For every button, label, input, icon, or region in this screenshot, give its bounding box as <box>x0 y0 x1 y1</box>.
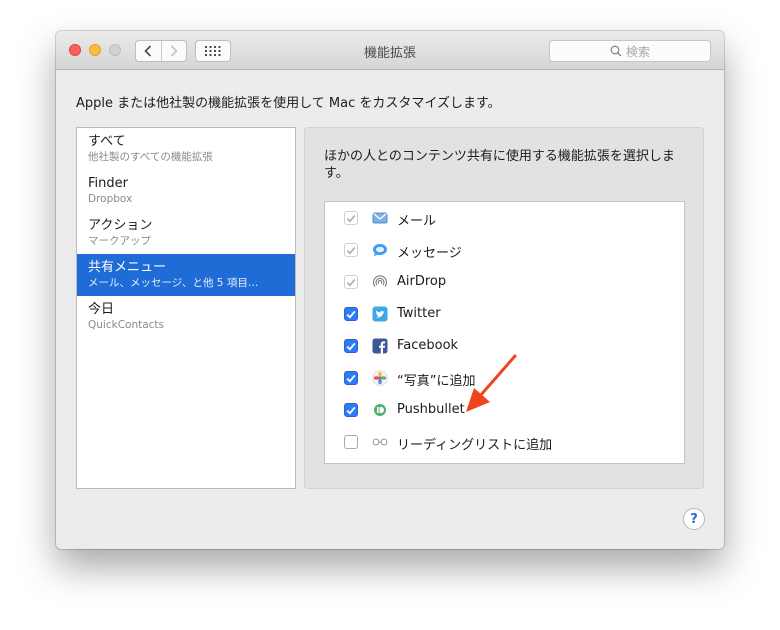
extension-label: AirDrop <box>397 274 447 289</box>
search-placeholder: 検索 <box>625 44 650 59</box>
sidebar-item-title: アクション <box>88 218 153 233</box>
intro-text: Apple または他社製の機能拡張を使用して Mac をカスタマイズします。 <box>76 96 501 111</box>
checkmark-icon <box>346 278 356 286</box>
back-button[interactable] <box>136 41 161 61</box>
zoom-window-button[interactable] <box>109 44 121 56</box>
sidebar-item-subtitle: マークアップ <box>88 235 151 247</box>
extension-row-twitter: Twitter <box>325 298 684 330</box>
forward-button[interactable] <box>160 41 186 61</box>
search-field[interactable]: 検索 <box>549 40 711 62</box>
titlebar: 機能拡張 検索 <box>56 31 724 70</box>
checkmark-icon <box>346 406 356 415</box>
sidebar-item-subtitle: 他社製のすべての機能拡張 <box>88 151 213 163</box>
checkmark-icon <box>346 214 356 222</box>
extension-row-messages: メッセージ <box>325 234 684 266</box>
sidebar-item-subtitle: QuickContacts <box>88 319 165 331</box>
help-button[interactable]: ? <box>683 508 705 530</box>
mail-icon <box>372 210 388 226</box>
airdrop-icon <box>372 274 388 290</box>
sidebar-item-title: 共有メニュー <box>88 260 167 275</box>
window-title: 機能拡張 <box>363 46 416 61</box>
extension-checkbox[interactable] <box>344 371 358 385</box>
sidebar-item-all[interactable]: すべて 他社製のすべての機能拡張 <box>77 128 295 170</box>
extension-checkbox[interactable] <box>344 275 358 289</box>
extension-label: Pushbullet <box>397 402 465 417</box>
sidebar-item-subtitle: メール、メッセージ、と他 5 項目… <box>88 277 259 289</box>
sidebar-item-title: Finder <box>88 176 128 191</box>
extension-label: リーディングリストに追加 <box>397 438 553 453</box>
sidebar-item-actions[interactable]: アクション マークアップ <box>77 212 295 254</box>
checkmark-icon <box>346 246 356 254</box>
close-window-button[interactable] <box>69 44 81 56</box>
chevron-right-icon <box>170 45 178 57</box>
extension-checkbox[interactable] <box>344 339 358 353</box>
extension-row-airdrop: AirDrop <box>325 266 684 298</box>
extension-category-list: すべて 他社製のすべての機能拡張 Finder Dropbox アクション マー… <box>76 127 296 489</box>
facebook-icon <box>372 338 388 354</box>
extension-checkbox[interactable] <box>344 403 358 417</box>
sidebar-item-subtitle: Dropbox <box>88 193 133 205</box>
search-icon <box>610 45 622 57</box>
show-all-button[interactable] <box>195 40 231 62</box>
sidebar-item-title: 今日 <box>88 302 115 317</box>
extension-row-reading-list: リーディングリストに追加 <box>325 426 684 458</box>
checkmark-icon <box>346 310 356 319</box>
sidebar-item-title: すべて <box>88 134 126 149</box>
pushbullet-icon <box>372 402 388 418</box>
navigation-buttons <box>135 40 187 62</box>
sidebar-item-today[interactable]: 今日 QuickContacts <box>77 296 295 338</box>
checkmark-icon <box>346 374 356 383</box>
extension-checkbox[interactable] <box>344 435 358 449</box>
share-menu-detail-pane: ほかの人とのコンテンツ共有に使用する機能拡張を選択します。 メール メッセージ … <box>304 127 704 489</box>
extension-label: メール <box>397 214 437 229</box>
checkmark-icon <box>346 342 356 351</box>
sidebar-item-finder[interactable]: Finder Dropbox <box>77 170 295 212</box>
messages-icon <box>372 242 388 258</box>
minimize-window-button[interactable] <box>89 44 101 56</box>
extension-checkbox[interactable] <box>344 211 358 225</box>
extension-checkbox[interactable] <box>344 307 358 321</box>
grid-icon <box>205 46 221 56</box>
chevron-left-icon <box>144 45 152 57</box>
extension-list: メール メッセージ AirDrop Twitter Facebook “写真”に… <box>324 201 685 464</box>
extension-label: Facebook <box>397 338 459 353</box>
extension-label: メッセージ <box>397 246 462 261</box>
annotation-arrow-icon <box>466 354 517 412</box>
reading-list-icon <box>372 434 388 450</box>
preferences-window: 機能拡張 検索 Apple または他社製の機能拡張を使用して Mac をカスタマ… <box>56 31 724 549</box>
detail-description: ほかの人とのコンテンツ共有に使用する機能拡張を選択します。 <box>324 149 675 181</box>
sidebar-item-share-menu[interactable]: 共有メニュー メール、メッセージ、と他 5 項目… <box>77 254 295 296</box>
extension-row-mail: メール <box>325 202 684 234</box>
extension-label: Twitter <box>397 306 441 321</box>
twitter-icon <box>372 306 388 322</box>
extension-checkbox[interactable] <box>344 243 358 257</box>
photos-icon <box>372 370 388 386</box>
